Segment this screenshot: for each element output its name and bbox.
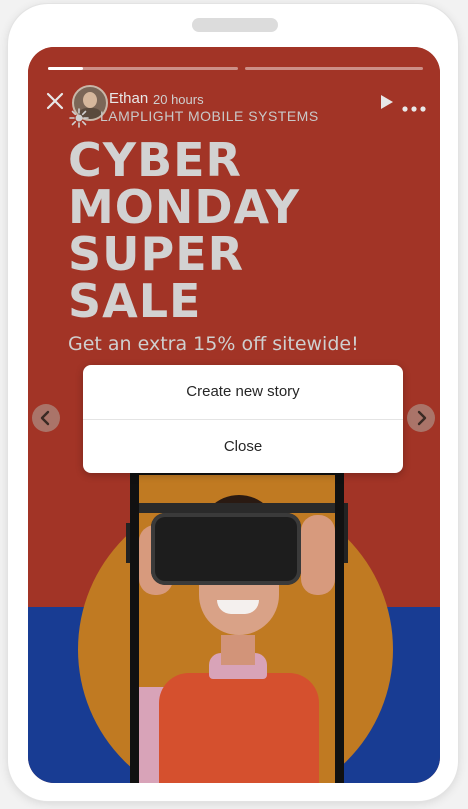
story-progress-bar-2 [245, 67, 423, 70]
headline-line: SALE [68, 274, 202, 328]
company-badge-icon [68, 107, 90, 129]
phone-speaker [192, 18, 278, 32]
chevron-right-icon[interactable] [407, 404, 435, 432]
story-user-name[interactable]: Ethan [109, 90, 148, 107]
play-icon[interactable] [380, 94, 394, 110]
headline-line: SUPER [68, 227, 245, 281]
close-icon[interactable] [45, 91, 65, 111]
close-button[interactable]: Close [83, 420, 403, 473]
story-subline: Get an extra 15% off sitewide! [68, 333, 359, 355]
story-progress-bar-1 [48, 67, 238, 70]
chevron-left-icon[interactable] [32, 404, 60, 432]
story-timestamp: 20 hours [153, 92, 204, 107]
story-company-name[interactable]: LAMPLIGHT MOBILE SYSTEMS [100, 108, 319, 124]
story-product-image [126, 473, 348, 783]
story-viewer: Ethan 20 hours LAMPLIGHT MOBILE SYSTEMS … [28, 47, 440, 783]
story-headline: CYBER MONDAY SUPER SALE [68, 137, 398, 325]
more-icon[interactable] [402, 99, 426, 112]
story-options-menu: Create new story Close [83, 365, 403, 473]
headline-line: MONDAY [68, 180, 301, 234]
headline-line: CYBER [68, 133, 242, 187]
create-new-story-button[interactable]: Create new story [83, 365, 403, 419]
phone-frame: Ethan 20 hours LAMPLIGHT MOBILE SYSTEMS … [8, 4, 458, 801]
